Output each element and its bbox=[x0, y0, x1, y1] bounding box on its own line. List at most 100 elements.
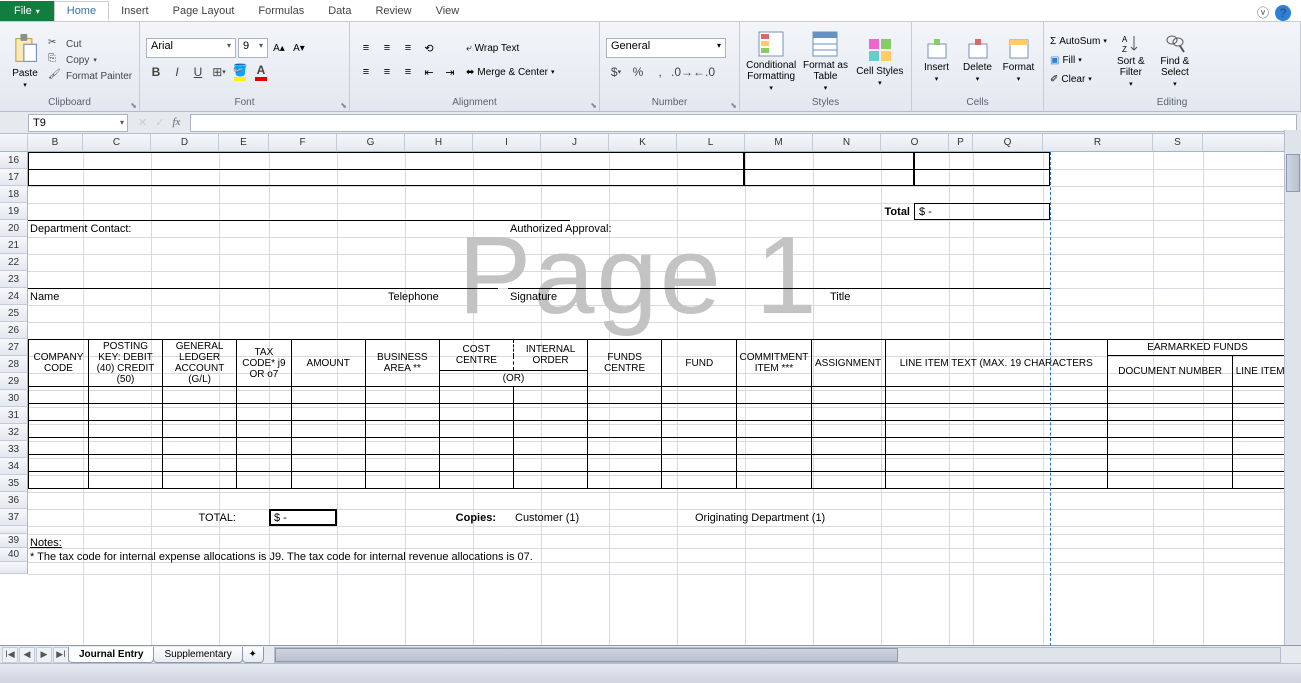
row-header[interactable]: 32 bbox=[0, 424, 28, 441]
row-header[interactable]: 40 bbox=[0, 548, 28, 562]
row-header[interactable]: 28 bbox=[0, 356, 28, 373]
review-tab[interactable]: Review bbox=[363, 1, 423, 21]
help-icon[interactable]: ? bbox=[1275, 5, 1291, 21]
row-header[interactable]: 23 bbox=[0, 271, 28, 288]
align-left-button[interactable]: ≡ bbox=[356, 62, 376, 82]
row-header[interactable]: 16 bbox=[0, 152, 28, 169]
row-header[interactable]: 20 bbox=[0, 220, 28, 237]
col-header[interactable]: O bbox=[881, 134, 949, 151]
col-header[interactable]: J bbox=[541, 134, 609, 151]
name-box[interactable]: T9 bbox=[28, 114, 128, 132]
cut-button[interactable]: ✂Cut bbox=[48, 37, 132, 51]
formula-input[interactable] bbox=[190, 114, 1297, 132]
home-tab[interactable]: Home bbox=[54, 1, 109, 21]
table-row[interactable] bbox=[29, 472, 1288, 489]
col-header[interactable]: S bbox=[1153, 134, 1203, 151]
data-tab[interactable]: Data bbox=[316, 1, 363, 21]
conditional-formatting-button[interactable]: Conditional Formatting▾ bbox=[746, 28, 796, 92]
shrink-font-button[interactable]: A▾ bbox=[290, 38, 308, 58]
format-cells-button[interactable]: Format▾ bbox=[1000, 38, 1037, 83]
row-header[interactable]: 37 bbox=[0, 509, 28, 526]
row-header[interactable]: 36 bbox=[0, 492, 28, 509]
view-tab[interactable]: View bbox=[424, 1, 472, 21]
row-header[interactable]: 31 bbox=[0, 407, 28, 424]
bold-button[interactable]: B bbox=[146, 62, 166, 82]
horizontal-scrollbar[interactable] bbox=[274, 647, 1281, 663]
tab-nav-prev[interactable]: ◀ bbox=[19, 647, 35, 663]
col-header[interactable]: E bbox=[219, 134, 269, 151]
table-row[interactable] bbox=[29, 438, 1288, 455]
align-bottom-button[interactable]: ≡ bbox=[398, 38, 418, 58]
format-painter-button[interactable]: 🖌Format Painter bbox=[48, 69, 132, 83]
format-as-table-button[interactable]: Format as Table▾ bbox=[800, 28, 850, 92]
decrease-decimal-button[interactable]: ←.0 bbox=[694, 62, 714, 82]
col-header[interactable]: L bbox=[677, 134, 745, 151]
col-header[interactable]: B bbox=[28, 134, 83, 151]
row-header[interactable]: 33 bbox=[0, 441, 28, 458]
row-header[interactable]: 24 bbox=[0, 288, 28, 305]
row-header[interactable] bbox=[0, 526, 28, 534]
formulas-tab[interactable]: Formulas bbox=[246, 1, 316, 21]
col-header[interactable]: R bbox=[1043, 134, 1153, 151]
copy-button[interactable]: ⎘Copy▾ bbox=[48, 53, 132, 67]
col-header[interactable]: N bbox=[813, 134, 881, 151]
row-header[interactable]: 19 bbox=[0, 203, 28, 220]
spreadsheet-grid[interactable]: BCDEFGHIJKLMNOPQRS 161718192021222324252… bbox=[0, 134, 1301, 661]
col-header[interactable]: M bbox=[745, 134, 813, 151]
sheet-tab-supplementary[interactable]: Supplementary bbox=[153, 647, 242, 663]
table-row[interactable] bbox=[29, 421, 1288, 438]
tab-nav-last[interactable]: ▶I bbox=[53, 647, 69, 663]
grow-font-button[interactable]: A▴ bbox=[270, 38, 288, 58]
col-header[interactable]: H bbox=[405, 134, 473, 151]
row-header[interactable]: 27 bbox=[0, 339, 28, 356]
row-header[interactable]: 26 bbox=[0, 322, 28, 339]
insert-cells-button[interactable]: Insert▾ bbox=[918, 38, 955, 83]
select-all-button[interactable] bbox=[0, 134, 28, 151]
underline-button[interactable]: U bbox=[188, 62, 208, 82]
table-row[interactable] bbox=[29, 404, 1288, 421]
fill-color-button[interactable]: 🪣 bbox=[230, 62, 250, 82]
col-header[interactable]: G bbox=[337, 134, 405, 151]
vertical-scrollbar[interactable] bbox=[1284, 130, 1301, 645]
file-tab[interactable]: File bbox=[0, 1, 54, 21]
italic-button[interactable]: I bbox=[167, 62, 187, 82]
fx-enter-icon[interactable]: ✓ bbox=[155, 116, 164, 129]
col-header[interactable]: P bbox=[949, 134, 973, 151]
orientation-button[interactable]: ⟲ bbox=[419, 38, 439, 58]
fill-button[interactable]: ▣Fill▾ bbox=[1050, 51, 1107, 69]
tab-nav-next[interactable]: ▶ bbox=[36, 647, 52, 663]
align-middle-button[interactable]: ≡ bbox=[377, 38, 397, 58]
percent-button[interactable]: % bbox=[628, 62, 648, 82]
col-header[interactable]: D bbox=[151, 134, 219, 151]
col-header[interactable]: F bbox=[269, 134, 337, 151]
number-format-combo[interactable]: General bbox=[606, 38, 726, 58]
font-color-button[interactable]: A bbox=[251, 62, 271, 82]
row-header[interactable]: 17 bbox=[0, 169, 28, 186]
insert-tab[interactable]: Insert bbox=[109, 1, 161, 21]
sheet-tab-journal[interactable]: Journal Entry bbox=[68, 647, 154, 663]
find-select-button[interactable]: Find & Select▾ bbox=[1155, 32, 1195, 88]
row-header[interactable]: 29 bbox=[0, 373, 28, 390]
align-center-button[interactable]: ≡ bbox=[377, 62, 397, 82]
fx-icon[interactable]: fx bbox=[172, 116, 180, 129]
increase-decimal-button[interactable]: .0→ bbox=[672, 62, 692, 82]
row-header[interactable] bbox=[0, 562, 28, 574]
clear-button[interactable]: ✐Clear▾ bbox=[1050, 70, 1107, 88]
row-header[interactable]: 25 bbox=[0, 305, 28, 322]
align-top-button[interactable]: ≡ bbox=[356, 38, 376, 58]
cell-styles-button[interactable]: Cell Styles▾ bbox=[855, 34, 905, 87]
col-header[interactable]: K bbox=[609, 134, 677, 151]
accounting-format-button[interactable]: $▾ bbox=[606, 62, 626, 82]
paste-button[interactable]: Paste ▾ bbox=[6, 32, 44, 89]
row-header[interactable]: 22 bbox=[0, 254, 28, 271]
tab-nav-first[interactable]: I◀ bbox=[2, 647, 18, 663]
autosum-button[interactable]: ΣAutoSum▾ bbox=[1050, 32, 1107, 50]
row-header[interactable]: 35 bbox=[0, 475, 28, 492]
comma-button[interactable]: , bbox=[650, 62, 670, 82]
font-name-combo[interactable]: Arial bbox=[146, 38, 236, 58]
new-sheet-button[interactable]: ✦ bbox=[242, 647, 264, 663]
borders-button[interactable]: ⊞▾ bbox=[209, 62, 229, 82]
minimize-ribbon-icon[interactable]: ⓥ bbox=[1257, 4, 1269, 21]
page-layout-tab[interactable]: Page Layout bbox=[161, 1, 247, 21]
delete-cells-button[interactable]: Delete▾ bbox=[959, 38, 996, 83]
